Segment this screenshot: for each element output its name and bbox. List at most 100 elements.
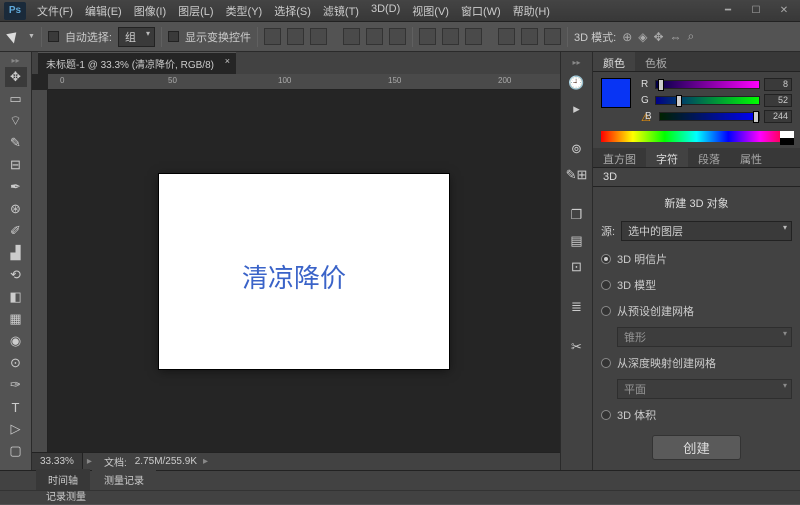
path-select-tool[interactable]: ▷: [5, 419, 27, 439]
menu-file[interactable]: 文件(F): [32, 1, 78, 21]
info-panel-icon[interactable]: ≣: [567, 297, 587, 317]
align-bottom-icon[interactable]: [310, 28, 327, 45]
menu-help[interactable]: 帮助(H): [508, 1, 555, 21]
menu-type[interactable]: 类型(Y): [221, 1, 268, 21]
stamp-tool[interactable]: ▟: [5, 243, 27, 263]
b-value-input[interactable]: 244: [764, 110, 792, 123]
tab-swatches[interactable]: 色板: [635, 52, 677, 71]
document-tab[interactable]: 未标题-1 @ 33.3% (清凉降价, RGB/8)×: [38, 52, 236, 74]
preset-mesh-select[interactable]: 锥形: [617, 327, 792, 347]
crop-tool[interactable]: ⊟: [5, 155, 27, 175]
brushpreset-panel-icon[interactable]: ✎⊞: [567, 165, 587, 185]
menu-filter[interactable]: 滤镜(T): [318, 1, 364, 21]
paths-panel-icon[interactable]: ⊡: [567, 257, 587, 277]
brush-tool[interactable]: ✐: [5, 221, 27, 241]
foreground-swatch[interactable]: [601, 78, 631, 108]
blur-tool[interactable]: ◉: [5, 331, 27, 351]
distribute-left-icon[interactable]: [498, 28, 515, 45]
3d-pan-icon[interactable]: ✥: [653, 30, 663, 44]
distribute-vcenter-icon[interactable]: [442, 28, 459, 45]
history-panel-icon[interactable]: 🕘: [567, 73, 587, 93]
minimize-button[interactable]: ━: [716, 4, 740, 18]
menu-edit[interactable]: 编辑(E): [80, 1, 127, 21]
3d-slide-icon[interactable]: ⇔: [670, 30, 682, 44]
canvas-text-layer[interactable]: 清凉降价: [242, 258, 346, 295]
tool-preset-dropdown-icon[interactable]: ▼: [28, 33, 35, 40]
distribute-bottom-icon[interactable]: [465, 28, 482, 45]
tab-timeline[interactable]: 时间轴: [36, 469, 90, 490]
close-tab-icon[interactable]: ×: [225, 56, 230, 66]
tab-measurement-log[interactable]: 测量记录: [92, 469, 156, 490]
3d-zoom-icon[interactable]: ⌕: [688, 29, 695, 44]
align-left-icon[interactable]: [343, 28, 360, 45]
shape-tool[interactable]: ▢: [5, 441, 27, 461]
canvas[interactable]: 清凉降价: [159, 174, 449, 369]
r-slider[interactable]: [655, 80, 760, 89]
radio-depth-mesh[interactable]: [601, 358, 611, 368]
radio-model[interactable]: [601, 280, 611, 290]
doc-info-arrow-icon[interactable]: ▸: [203, 456, 208, 467]
auto-select-checkbox[interactable]: [48, 31, 59, 42]
menu-window[interactable]: 窗口(W): [456, 1, 506, 21]
radio-preset-mesh[interactable]: [601, 306, 611, 316]
layers-panel-icon[interactable]: ❐: [567, 205, 587, 225]
g-value-input[interactable]: 52: [764, 94, 792, 107]
tab-3d[interactable]: 3D: [593, 168, 627, 186]
align-hcenter-icon[interactable]: [366, 28, 383, 45]
3d-roll-icon[interactable]: ◈: [638, 30, 647, 44]
pen-tool[interactable]: ✑: [5, 375, 27, 395]
heal-tool[interactable]: ⊛: [5, 199, 27, 219]
distribute-hcenter-icon[interactable]: [521, 28, 538, 45]
tab-paragraph[interactable]: 段落: [688, 148, 730, 167]
lasso-tool[interactable]: ⌔: [5, 111, 27, 131]
viewport[interactable]: 清凉降价: [48, 90, 560, 452]
source-select[interactable]: 选中的图层: [621, 221, 792, 241]
ruler-vertical[interactable]: [32, 90, 48, 452]
align-vcenter-icon[interactable]: [287, 28, 304, 45]
strip-grip-icon[interactable]: ▸▸: [572, 58, 580, 67]
tab-properties[interactable]: 属性: [730, 148, 772, 167]
b-slider[interactable]: [659, 112, 760, 121]
menu-image[interactable]: 图像(I): [129, 1, 171, 21]
type-tool[interactable]: T: [5, 397, 27, 417]
quick-select-tool[interactable]: ✎: [5, 133, 27, 153]
radio-volume[interactable]: [601, 410, 611, 420]
actions-panel-icon[interactable]: ▸: [567, 99, 587, 119]
dodge-tool[interactable]: ⊙: [5, 353, 27, 373]
g-slider[interactable]: [655, 96, 760, 105]
brush-panel-icon[interactable]: ⊚: [567, 139, 587, 159]
distribute-top-icon[interactable]: [419, 28, 436, 45]
tab-histogram[interactable]: 直方图: [593, 148, 646, 167]
eyedropper-tool[interactable]: ✒: [5, 177, 27, 197]
maximize-button[interactable]: ☐: [744, 4, 768, 18]
move-tool[interactable]: ✥: [5, 67, 27, 87]
menu-view[interactable]: 视图(V): [407, 1, 454, 21]
channels-panel-icon[interactable]: ▤: [567, 231, 587, 251]
3d-orbit-icon[interactable]: ⊕: [622, 30, 632, 44]
create-button[interactable]: 创建: [652, 435, 741, 460]
tab-color[interactable]: 颜色: [593, 52, 635, 71]
close-button[interactable]: ✕: [772, 4, 796, 18]
menu-layer[interactable]: 图层(L): [173, 1, 218, 21]
transform-checkbox[interactable]: [168, 31, 179, 42]
tools-grip-icon[interactable]: ▸▸: [11, 56, 19, 65]
menu-select[interactable]: 选择(S): [269, 1, 316, 21]
zoom-level-input[interactable]: 33.33%: [32, 453, 83, 470]
distribute-right-icon[interactable]: [544, 28, 561, 45]
r-value-input[interactable]: 8: [764, 78, 792, 91]
auto-select-target-select[interactable]: 组: [118, 27, 155, 47]
depth-mesh-select[interactable]: 平面: [617, 379, 792, 399]
marquee-tool[interactable]: ▭: [5, 89, 27, 109]
tools-panel-icon[interactable]: ✂: [567, 337, 587, 357]
ruler-horizontal[interactable]: 0 50 100 150 200: [48, 74, 560, 90]
history-brush-tool[interactable]: ⟲: [5, 265, 27, 285]
align-top-icon[interactable]: [264, 28, 281, 45]
gradient-tool[interactable]: ▦: [5, 309, 27, 329]
record-measurement-button[interactable]: 记录测量: [46, 492, 86, 503]
status-arrow-icon[interactable]: ▸: [87, 456, 92, 467]
eraser-tool[interactable]: ◧: [5, 287, 27, 307]
tab-character[interactable]: 字符: [646, 148, 688, 167]
radio-postcard[interactable]: [601, 254, 611, 264]
menu-3d[interactable]: 3D(D): [366, 1, 405, 21]
color-spectrum[interactable]: [601, 131, 792, 142]
